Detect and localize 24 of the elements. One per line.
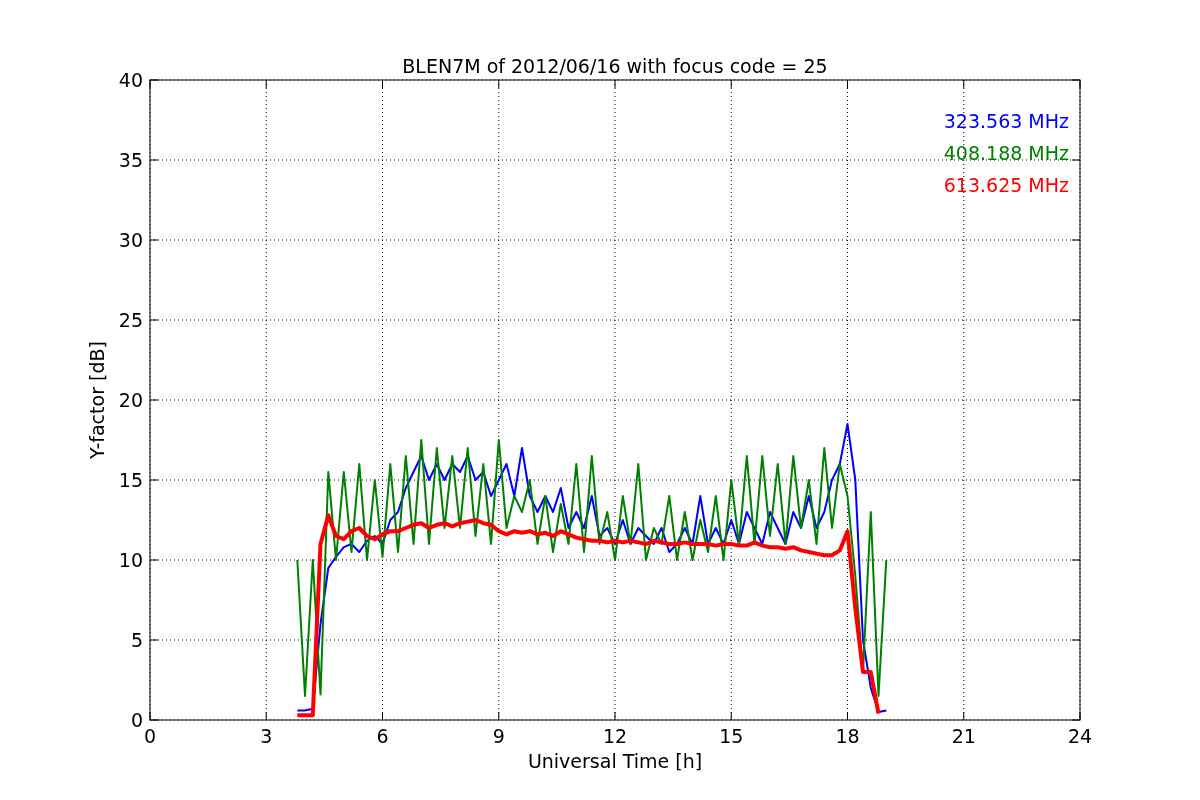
tick-label: 3	[260, 725, 273, 747]
tick-label: 18	[835, 725, 860, 747]
tick-label: 10	[118, 549, 143, 571]
tick-label: 30	[118, 229, 143, 251]
tick-label: 15	[118, 469, 143, 491]
x-axis-label: Universal Time [h]	[527, 750, 703, 772]
tick-label: 20	[118, 389, 143, 411]
chart-title: BLEN7M of 2012/06/16 with focus code = 25	[402, 55, 828, 77]
legend-label: 408.188 MHz	[943, 142, 1069, 164]
tick-label: 12	[602, 725, 628, 747]
tick-label: 15	[719, 725, 744, 747]
tick-label: 0	[143, 725, 157, 747]
tick-label: 25	[118, 309, 143, 331]
legend-label: 613.625 MHz	[943, 174, 1069, 196]
tick-label: 40	[118, 69, 143, 91]
y-axis-label: Y-factor [dB]	[86, 341, 108, 459]
tick-label: 24	[1067, 725, 1093, 747]
tick-label: 21	[951, 725, 976, 747]
tick-label: 0	[130, 709, 143, 731]
tick-label: 35	[118, 149, 143, 171]
legend-label: 323.563 MHz	[943, 110, 1069, 132]
tick-label: 6	[376, 725, 389, 747]
tick-label: 5	[130, 629, 143, 651]
tick-label: 9	[492, 725, 505, 747]
